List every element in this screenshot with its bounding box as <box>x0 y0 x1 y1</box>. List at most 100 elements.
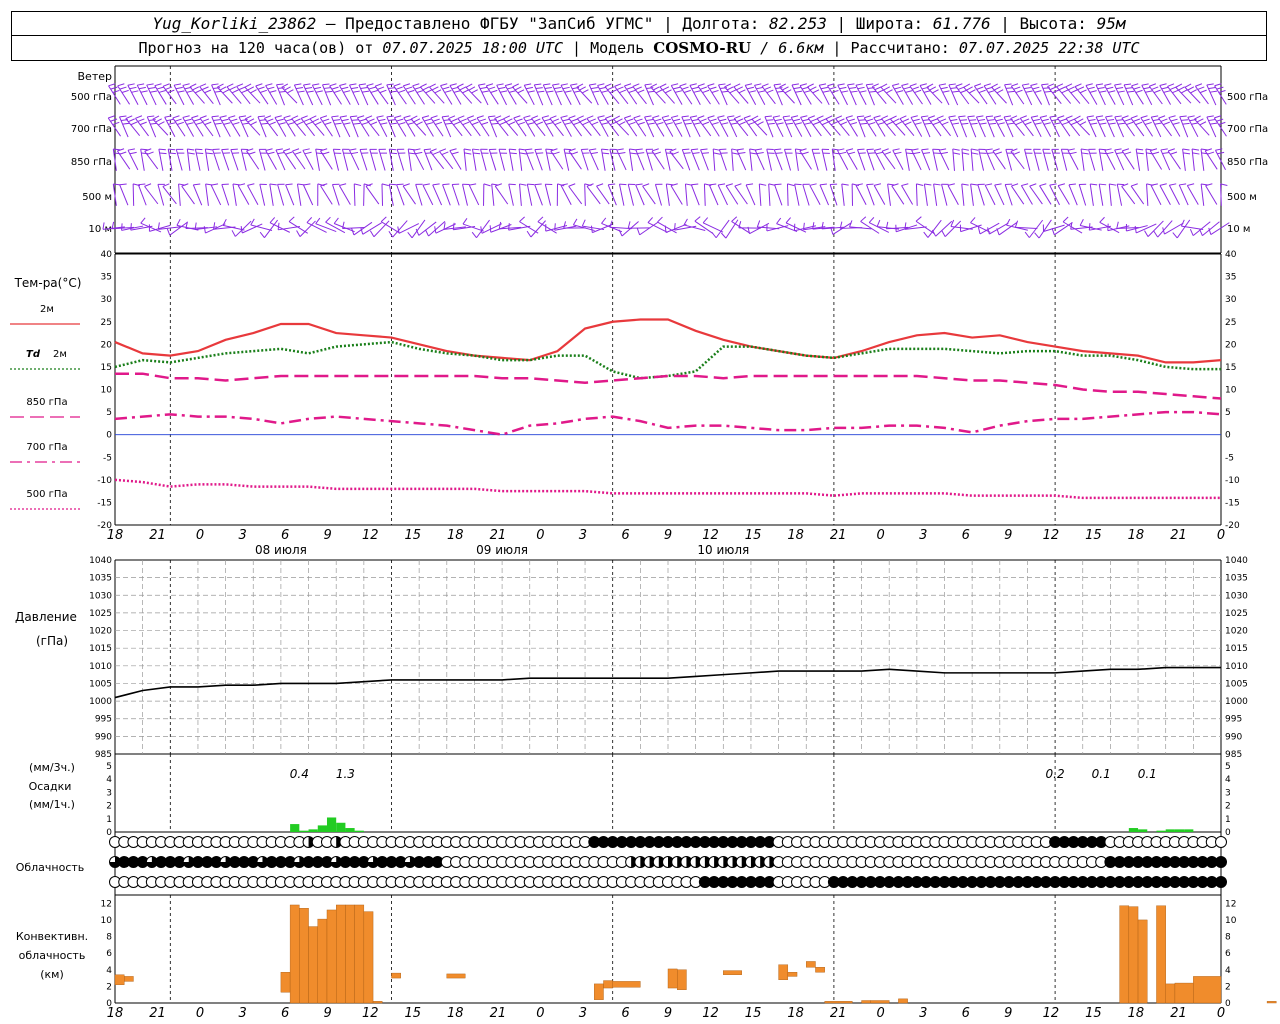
wind-barb-flag <box>250 121 257 126</box>
wind-barb-flag <box>674 223 676 231</box>
wind-barb-flag <box>581 219 586 227</box>
date-label: 09 июля <box>476 543 528 557</box>
wind-barb-flag <box>950 219 955 227</box>
wind-barb-flag <box>1152 151 1160 155</box>
conv-bar <box>723 970 742 975</box>
wind-barb <box>731 221 751 234</box>
wind-barb <box>1088 149 1096 171</box>
wind-barb-flag <box>1206 115 1214 118</box>
wind-barb-flag <box>1095 83 1104 86</box>
wind-barb-flag <box>987 119 995 121</box>
wind-barb <box>717 184 728 206</box>
hour-label: 0 <box>536 528 544 543</box>
wind-barb-flag <box>1074 83 1082 88</box>
hour-label: 9 <box>1004 528 1012 543</box>
wind-barb <box>734 185 748 205</box>
wind-barb-flag <box>697 115 705 119</box>
hour-label: 15 <box>404 528 421 543</box>
wind-barb-flag <box>1169 183 1177 186</box>
wind-barb-flag <box>1116 119 1124 122</box>
wind-barb-flag <box>1011 183 1019 187</box>
wind-barb-flag <box>1153 89 1161 94</box>
wind-barb-flag <box>1085 83 1093 86</box>
wind-barb-flag <box>647 122 655 125</box>
wind-barb <box>1054 221 1073 236</box>
hour-label: 6 <box>962 528 970 543</box>
hour-label: 21 <box>149 1006 166 1021</box>
wind-barb-flag <box>257 86 265 90</box>
wind-barb-flag <box>505 118 513 123</box>
wind-barb-flag <box>1116 221 1119 229</box>
pressure-tick-left: 1010 <box>89 662 112 672</box>
wind-barb-flag <box>140 90 148 93</box>
wind-barb-flag <box>974 83 982 87</box>
wind-barb <box>1098 183 1104 206</box>
wind-barb-flag <box>184 118 192 122</box>
wind-barb-flag <box>514 86 522 91</box>
temp-tick-right: -5 <box>1225 453 1234 463</box>
wind-barb-flag <box>601 148 609 151</box>
wind-barb-flag <box>358 83 366 86</box>
wind-level-label-left: 500 гПа <box>71 92 112 103</box>
wind-barb-flag <box>440 83 448 87</box>
wind-barb-flag <box>787 183 795 187</box>
wind-barb-flag <box>127 148 135 151</box>
wind-barb-flag <box>1106 86 1114 90</box>
wind-barb-flag <box>1099 90 1107 93</box>
wind-barb-flag <box>1141 83 1149 86</box>
wind-barb-flag <box>425 89 433 94</box>
wind-barb-flag <box>154 83 162 87</box>
wind-barb-flag <box>1117 90 1125 93</box>
wind-barb-flag <box>922 152 931 154</box>
wind-barb-flag <box>866 118 874 122</box>
wind-barb <box>508 149 514 171</box>
wind-barb-flag <box>726 86 734 91</box>
wind-barb-flag <box>1116 152 1124 155</box>
wind-barb <box>984 184 996 206</box>
wind-barb-flag <box>544 87 552 90</box>
wind-barb-flag <box>800 115 808 118</box>
wind-barb-flag <box>987 152 995 155</box>
wind-barb-flag <box>244 83 252 88</box>
hour-label: 0 <box>196 1006 204 1021</box>
wind-barb-flag <box>1194 115 1201 120</box>
wind-barb-flag <box>1051 118 1059 122</box>
wind-barb-flag <box>1062 216 1069 223</box>
wind-barb <box>749 222 770 235</box>
wind-barb-flag <box>761 83 769 87</box>
wind-barb-flag <box>240 225 243 234</box>
wind-barb-flag <box>608 183 616 186</box>
wind-barb-flag <box>1217 151 1225 155</box>
wind-barb-flag <box>325 216 331 223</box>
wind-barb-flag <box>1199 121 1207 126</box>
wind-barb-flag <box>1160 118 1168 122</box>
wind-barb <box>132 183 135 206</box>
wind-barb-flag <box>1144 230 1149 237</box>
wind-barb-flag <box>339 115 347 118</box>
wind-barb-flag <box>108 115 116 119</box>
wind-barb-flag <box>353 122 361 125</box>
wind-barb-flag <box>675 122 683 125</box>
wind-barb-flag <box>1214 83 1222 87</box>
wind-barb-flag <box>859 90 867 93</box>
wind-barb-flag <box>1127 90 1135 93</box>
cloud-symbol <box>1215 836 1227 848</box>
wind-barb-flag <box>1151 115 1159 118</box>
wind-barb-flag <box>277 222 280 230</box>
wind-barb-flag <box>416 89 424 93</box>
wind-barb <box>1200 183 1205 206</box>
wind-barb-flag <box>343 122 351 125</box>
hour-label: 6 <box>281 528 289 543</box>
wind-barb-flag <box>799 83 807 87</box>
wind-barb-flag <box>533 118 541 123</box>
cloud-symbol <box>1215 876 1227 888</box>
wind-barb-flag <box>1178 86 1185 91</box>
wind-barb-flag <box>352 90 360 93</box>
wind-barb-flag <box>264 115 272 119</box>
wind-barb-flag <box>230 118 238 122</box>
wind-barb <box>1157 220 1173 238</box>
conv-bar <box>391 972 401 979</box>
wind-barb <box>1135 148 1141 171</box>
wind-barb-flag <box>1099 148 1107 151</box>
wind-barb-flag <box>534 148 542 151</box>
